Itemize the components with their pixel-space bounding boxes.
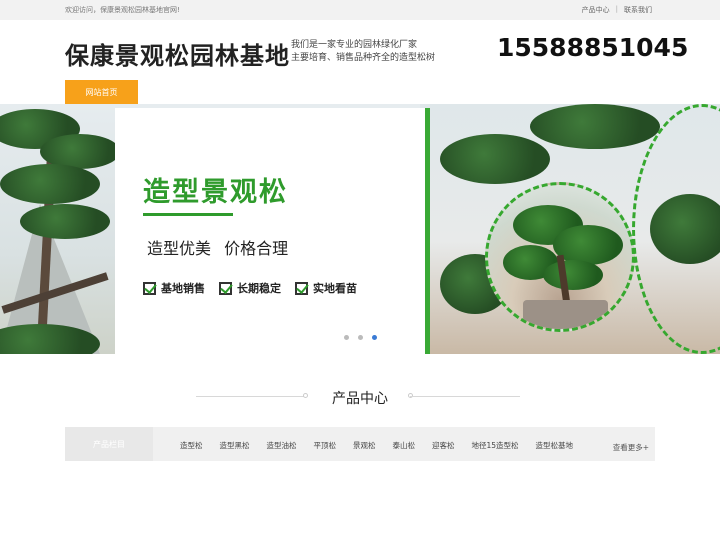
hero-banner[interactable]: 造型景观松 造型优美 价格合理 基地销售 长期稳定 实地看苗: [0, 104, 720, 354]
banner-pine-foliage: [20, 204, 110, 239]
slogan: 我们是一家专业的园林绿化厂家 主要培育、销售品种齐全的造型松树: [291, 39, 435, 64]
top-link-contact[interactable]: 联系我们: [624, 5, 652, 15]
banner-pine-foliage: [440, 134, 550, 184]
top-links: 产品中心 | 联系我们: [582, 5, 652, 15]
check-box-icon: [219, 281, 232, 295]
view-more-link[interactable]: 查看更多+: [613, 442, 649, 453]
product-category-item[interactable]: 泰山松: [393, 440, 416, 451]
banner-headline: 造型景观松: [143, 177, 288, 208]
top-link-separator: |: [615, 5, 618, 13]
banner-feature-label: 实地看苗: [313, 282, 357, 295]
product-category-item[interactable]: 地径15造型松: [472, 440, 519, 451]
bonsai-pot: [523, 300, 608, 329]
banner-subline: 造型优美 价格合理: [147, 239, 289, 258]
section-title: 产品中心: [332, 391, 388, 407]
welcome-text: 欢迎访问，保康景观松园林基地官网!: [65, 6, 180, 14]
product-category-item[interactable]: 造型松基地: [536, 440, 574, 451]
banner-text-panel: 造型景观松 造型优美 价格合理 基地销售 长期稳定 实地看苗: [115, 108, 430, 354]
product-category-item[interactable]: 迎客松: [432, 440, 455, 451]
banner-feature-label: 基地销售: [161, 282, 205, 295]
top-link-products[interactable]: 产品中心: [582, 5, 610, 15]
bonsai-foliage: [543, 260, 603, 290]
banner-feature-item: 基地销售: [143, 280, 205, 296]
product-category-item[interactable]: 造型黑松: [220, 440, 250, 451]
slogan-line-1: 我们是一家专业的园林绿化厂家: [291, 40, 418, 50]
slider-dot-3[interactable]: [372, 335, 377, 340]
product-category-item[interactable]: 景观松: [353, 440, 376, 451]
product-category-item[interactable]: 平顶松: [314, 440, 337, 451]
site-title[interactable]: 保康景观松园林基地: [65, 36, 290, 71]
phone-number: 15588851045: [497, 33, 689, 62]
banner-headline-underline: [143, 213, 233, 216]
product-category-title: 产品栏目: [65, 427, 153, 461]
banner-bonsai-photo: [485, 182, 635, 332]
product-category-item[interactable]: 造型油松: [267, 440, 297, 451]
banner-pine-foliage: [0, 164, 100, 204]
product-category-item[interactable]: 造型松: [180, 440, 203, 451]
banner-pine-foliage: [530, 104, 660, 149]
check-box-icon: [295, 281, 308, 295]
banner-features: 基地销售 长期稳定 实地看苗: [143, 280, 357, 296]
check-box-icon: [143, 281, 156, 295]
slider-dot-1[interactable]: [344, 335, 349, 340]
slider-dot-2[interactable]: [358, 335, 363, 340]
slider-dots: [344, 335, 377, 340]
top-bar: 欢迎访问，保康景观松园林基地官网! 产品中心 | 联系我们: [0, 0, 720, 20]
product-category-bar: 产品栏目 造型松 造型黑松 造型油松 平顶松 景观松 泰山松 迎客松 地径15造…: [65, 427, 655, 461]
slogan-line-2: 主要培育、销售品种齐全的造型松树: [291, 52, 436, 63]
product-category-list: 造型松 造型黑松 造型油松 平顶松 景观松 泰山松 迎客松 地径15造型松 造型…: [180, 440, 590, 451]
section-divider-right: [410, 396, 520, 397]
banner-feature-label: 长期稳定: [237, 282, 281, 295]
banner-feature-item: 实地看苗: [295, 280, 357, 296]
nav-home-button[interactable]: 网站首页: [65, 80, 138, 104]
banner-feature-item: 长期稳定: [219, 280, 281, 296]
